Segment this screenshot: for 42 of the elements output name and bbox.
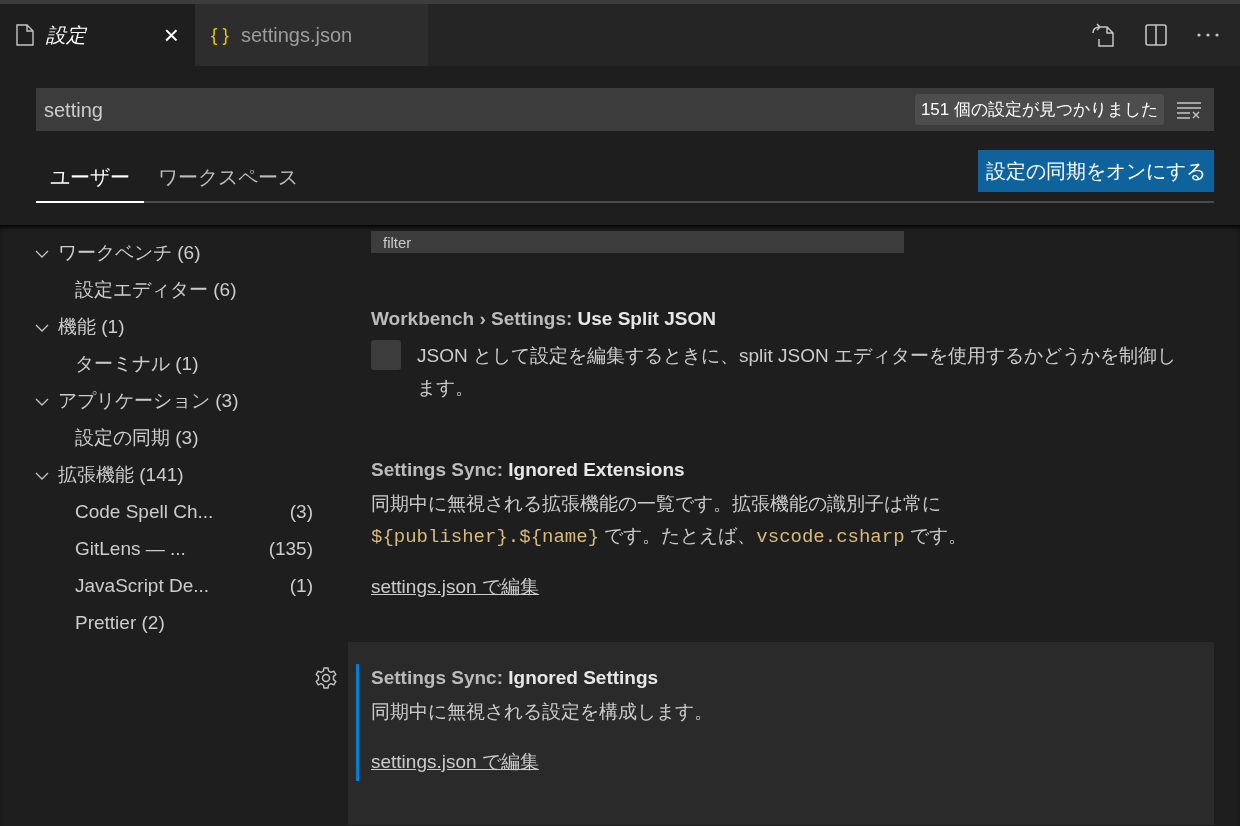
document-icon	[16, 24, 34, 46]
braces-icon: { }	[211, 20, 229, 50]
edit-link[interactable]: settings.json で編集	[371, 748, 539, 777]
split-editor-icon[interactable]	[1144, 23, 1168, 47]
toc-count: (1)	[289, 574, 314, 599]
setting-description: JSON として設定を編集するときに、split JSON エディターを使用するかどうかを制御します。	[417, 343, 1177, 400]
editor-tab[interactable]: { } settings.json	[195, 4, 428, 66]
search-input[interactable]: setting	[44, 94, 915, 125]
search-field[interactable]: setting 151 個の設定が見つかりました	[36, 88, 1214, 131]
setting-title: Settings Sync: Ignored Extensions	[371, 457, 686, 482]
checkbox[interactable]	[371, 339, 401, 370]
result-count: 151 個の設定が見つかりました	[914, 93, 1164, 126]
toc-item[interactable]: JavaScript De...	[75, 572, 210, 601]
tab-label: 設定	[46, 23, 86, 48]
toc-count: (135)	[268, 537, 314, 562]
scope-tab[interactable]: ユーザー	[36, 152, 144, 203]
sync-button[interactable]: 設定の同期をオンにする	[978, 150, 1214, 192]
toc-item[interactable]: Code Spell Ch...	[75, 498, 214, 527]
setting-description: 同期中に無視される設定を構成します。	[371, 700, 714, 724]
editor-tab[interactable]: 設定 ×	[0, 4, 195, 66]
dropdown-field[interactable]: filter	[371, 231, 904, 253]
tab-label: settings.json	[241, 23, 353, 48]
toc-item[interactable]: 設定の同期 (3)	[75, 424, 199, 453]
close-button[interactable]: ×	[163, 22, 179, 48]
toc-item[interactable]: GitLens — ...	[75, 535, 186, 564]
edit-link[interactable]: settings.json で編集	[371, 573, 539, 602]
toc-item[interactable]: ワークベンチ (6)	[58, 239, 201, 268]
toc-count: (3)	[289, 500, 314, 525]
toc-item[interactable]: 拡張機能 (141)	[58, 461, 184, 490]
toc-item[interactable]: 機能 (1)	[58, 313, 125, 342]
scope-tab[interactable]: ワークスペース	[144, 152, 312, 203]
toc-item[interactable]: アプリケーション (3)	[58, 387, 239, 416]
toc-item[interactable]: Prettier (2)	[75, 609, 165, 638]
setting-title: Workbench › Settings: Use Split JSON	[371, 307, 717, 331]
toc-item[interactable]: 設定エディター (6)	[75, 276, 237, 305]
more-icon[interactable]	[1196, 32, 1220, 38]
toc-item[interactable]: ターミナル (1)	[75, 350, 199, 379]
gear-icon	[314, 665, 338, 690]
setting-title: Settings Sync: Ignored Settings	[371, 665, 660, 690]
clear-filter-icon[interactable]	[1176, 99, 1202, 120]
setting-description: 同期中に無視される拡張機能の一覧です。拡張機能の識別子は常に ${publisher}.${name} です。たとえば、vscode.csharp です。	[371, 492, 968, 550]
open-file-icon[interactable]	[1090, 22, 1116, 48]
